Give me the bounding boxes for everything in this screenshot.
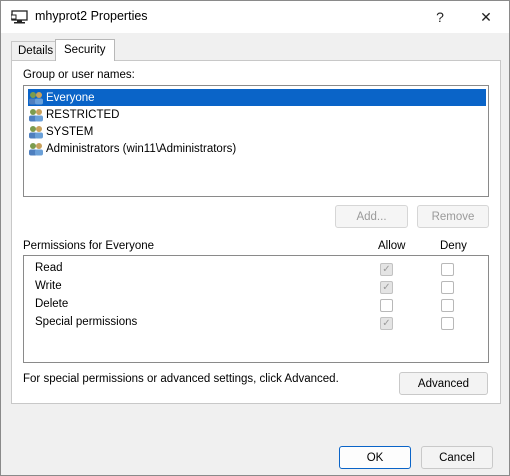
permission-row-read: Read ✓ bbox=[24, 260, 488, 278]
allow-checkbox[interactable] bbox=[380, 299, 393, 312]
user-name: RESTRICTED bbox=[46, 108, 120, 121]
permission-row-write: Write ✓ bbox=[24, 278, 488, 296]
title-bar: mhyprot2 Properties ? ✕ bbox=[1, 1, 509, 33]
allow-checkbox[interactable]: ✓ bbox=[380, 317, 393, 330]
close-button[interactable]: ✕ bbox=[463, 1, 509, 33]
tab-security[interactable]: Security bbox=[55, 39, 115, 61]
tab-details[interactable]: Details bbox=[11, 41, 61, 60]
deny-checkbox[interactable] bbox=[441, 263, 454, 276]
deny-checkbox[interactable] bbox=[441, 317, 454, 330]
advanced-hint: For special permissions or advanced sett… bbox=[23, 373, 339, 385]
permissions-label: Permissions for Everyone bbox=[23, 240, 155, 252]
user-row-restricted[interactable]: RESTRICTED bbox=[28, 106, 486, 123]
window-title: mhyprot2 Properties bbox=[35, 9, 148, 23]
allow-checkbox[interactable]: ✓ bbox=[380, 263, 393, 276]
user-name: Administrators (win11\Administrators) bbox=[46, 142, 237, 155]
users-group-icon bbox=[28, 125, 44, 139]
users-group-icon bbox=[28, 91, 44, 105]
user-name: Everyone bbox=[46, 91, 95, 104]
permission-name: Special permissions bbox=[35, 316, 138, 328]
permission-name: Delete bbox=[35, 298, 69, 310]
cancel-button[interactable]: Cancel bbox=[421, 446, 493, 469]
help-button[interactable]: ? bbox=[417, 1, 463, 33]
user-row-everyone[interactable]: Everyone bbox=[28, 89, 486, 106]
permission-name: Read bbox=[35, 262, 63, 274]
dialog-footer: OK Cancel bbox=[1, 437, 509, 475]
permission-row-delete: Delete bbox=[24, 296, 488, 314]
user-list[interactable]: Everyone RESTRICTED SYSTEM Administrator… bbox=[23, 85, 489, 197]
deny-checkbox[interactable] bbox=[441, 281, 454, 294]
allow-checkbox[interactable]: ✓ bbox=[380, 281, 393, 294]
permissions-list: Read ✓ Write ✓ Delete Special permission… bbox=[23, 255, 489, 363]
deny-header: Deny bbox=[440, 240, 467, 252]
advanced-button[interactable]: Advanced bbox=[399, 372, 488, 395]
permission-name: Write bbox=[35, 280, 62, 292]
ok-button[interactable]: OK bbox=[339, 446, 411, 469]
security-panel: Group or user names: Everyone RESTRICTED… bbox=[11, 60, 501, 404]
users-group-icon bbox=[28, 108, 44, 122]
properties-window: mhyprot2 Properties ? ✕ Details Security… bbox=[0, 0, 510, 476]
allow-header: Allow bbox=[378, 240, 406, 252]
user-name: SYSTEM bbox=[46, 125, 94, 138]
permission-row-special: Special permissions ✓ bbox=[24, 314, 488, 332]
user-row-administrators[interactable]: Administrators (win11\Administrators) bbox=[28, 140, 486, 157]
group-label: Group or user names: bbox=[23, 69, 135, 81]
deny-checkbox[interactable] bbox=[441, 299, 454, 312]
driver-icon bbox=[10, 10, 29, 24]
remove-button[interactable]: Remove bbox=[417, 205, 489, 228]
add-button[interactable]: Add... bbox=[335, 205, 408, 228]
user-row-system[interactable]: SYSTEM bbox=[28, 123, 486, 140]
users-group-icon bbox=[28, 142, 44, 156]
